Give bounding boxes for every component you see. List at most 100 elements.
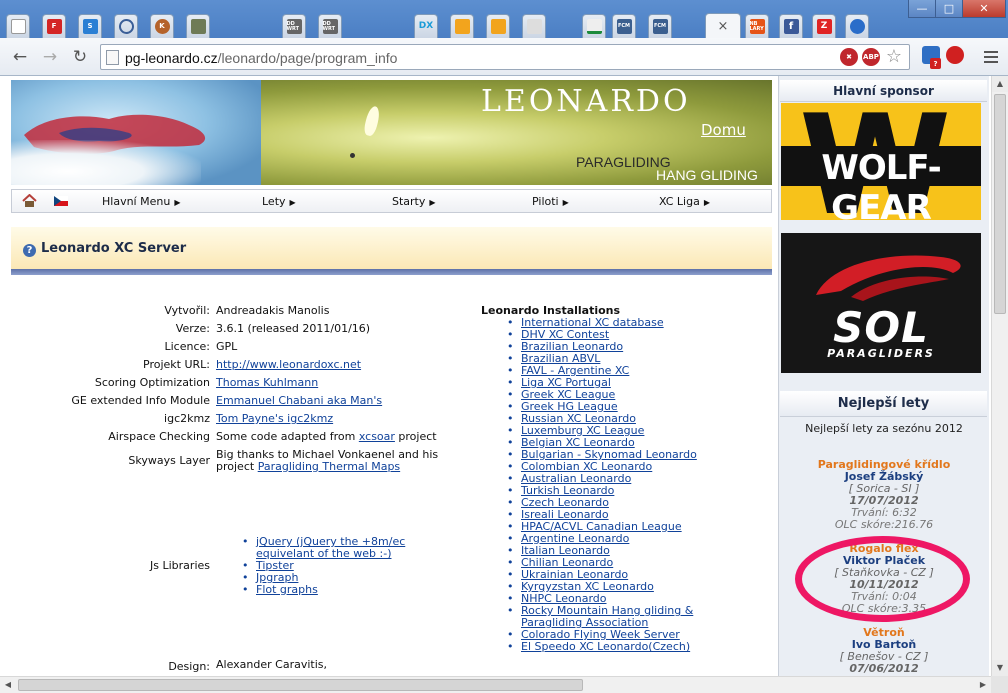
maximize-button[interactable]: □ bbox=[935, 0, 963, 18]
forward-icon[interactable]: → bbox=[40, 47, 60, 67]
tab-14[interactable]: FCM bbox=[612, 14, 636, 38]
fcm-icon: FCM bbox=[616, 19, 632, 34]
main-navigation: Hlavní Menu ▶ Lety ▶ Starty ▶ Piloti ▶ XC Li… bbox=[11, 189, 772, 213]
czech-flag-icon[interactable] bbox=[54, 196, 68, 206]
chart-icon bbox=[586, 19, 602, 34]
url-text: pg-leonardo.cz/leonardo/page/program_inf… bbox=[125, 50, 398, 66]
info-value: Some code adapted from xcsoar project bbox=[216, 430, 437, 443]
igc2kmz-link[interactable]: Tom Payne's igc2kmz bbox=[216, 412, 333, 425]
tab-active[interactable]: × bbox=[705, 13, 741, 38]
adblock-icon[interactable]: ABP bbox=[862, 48, 880, 66]
tab-17[interactable]: f bbox=[779, 14, 803, 38]
scroll-down-icon[interactable]: ▼ bbox=[992, 660, 1008, 676]
list-item[interactable]: Flot graphs bbox=[240, 584, 405, 597]
tab-3[interactable]: S bbox=[78, 14, 102, 38]
arrow-right-icon: ▶ bbox=[562, 198, 569, 207]
glider-icon bbox=[454, 19, 470, 34]
stop-icon[interactable]: ✖ bbox=[840, 48, 858, 66]
tab-5[interactable]: K bbox=[150, 14, 174, 38]
sol-swoosh-icon bbox=[816, 255, 961, 301]
page-icon bbox=[106, 50, 119, 65]
facebook-icon: f bbox=[783, 19, 799, 34]
tab-12[interactable] bbox=[522, 14, 546, 38]
horizontal-scroll-thumb[interactable] bbox=[18, 679, 583, 691]
tab-16[interactable]: NB LARY bbox=[745, 14, 769, 38]
sol-wordmark: SOL bbox=[833, 303, 929, 352]
info-label: Airspace Checking bbox=[108, 430, 210, 443]
page-icon bbox=[526, 19, 542, 34]
menu-icon[interactable] bbox=[984, 51, 998, 66]
section-title: Leonardo XC Server bbox=[41, 241, 187, 256]
tab-6[interactable] bbox=[186, 14, 210, 38]
sol-paragliders-logo[interactable]: SOL PARAGLIDERS bbox=[781, 233, 981, 373]
minimize-button[interactable]: — bbox=[908, 0, 936, 18]
vertical-scrollbar[interactable]: ▲ ▼ bbox=[991, 76, 1008, 676]
best-flight-1: Paraglidingové křídlo Josef Žábský [ Sor… bbox=[781, 459, 987, 531]
tab-15[interactable]: FCM bbox=[648, 14, 672, 38]
tab-7[interactable]: DD WRT bbox=[282, 14, 306, 38]
tab-9[interactable]: DX bbox=[414, 14, 438, 38]
tab-close-icon[interactable]: × bbox=[718, 19, 729, 34]
info-value: GPL bbox=[216, 340, 238, 353]
thermal-maps-link[interactable]: Paragliding Thermal Maps bbox=[258, 460, 400, 473]
project-url-link[interactable]: http://www.leonardoxc.net bbox=[216, 358, 361, 371]
tab-1[interactable] bbox=[6, 14, 30, 38]
best-flight-3: Větroň Ivo Bartoň [ Benešov - CZ ] 07/06… bbox=[781, 627, 987, 675]
house-icon[interactable] bbox=[22, 194, 37, 208]
tab-19[interactable] bbox=[845, 14, 869, 38]
wolf-gear-logo[interactable]: W WOLF-GEAR bbox=[781, 103, 981, 220]
info-label: igc2kmz bbox=[164, 412, 210, 425]
info-label: Verze: bbox=[175, 322, 210, 335]
scroll-left-icon[interactable]: ◀ bbox=[0, 677, 16, 693]
info-value: Andreadakis Manolis bbox=[216, 304, 330, 317]
pilot-icon bbox=[350, 153, 355, 158]
arrow-right-icon: ▶ bbox=[703, 198, 710, 207]
info-icon bbox=[849, 19, 865, 34]
tab-13[interactable] bbox=[582, 14, 606, 38]
nav-item-lety[interactable]: Lety ▶ bbox=[262, 195, 296, 208]
horizontal-scrollbar[interactable]: ◀ ▶ bbox=[0, 676, 991, 693]
scroll-right-icon[interactable]: ▶ bbox=[975, 677, 991, 693]
arrow-right-icon: ▶ bbox=[429, 198, 436, 207]
tab-10[interactable] bbox=[450, 14, 474, 38]
flight-date-link[interactable]: 07/06/2012 bbox=[781, 663, 987, 675]
back-icon[interactable]: ← bbox=[10, 47, 30, 67]
star-icon[interactable]: ☆ bbox=[884, 46, 904, 67]
address-bar[interactable]: pg-leonardo.cz/leonardo/page/program_inf… bbox=[100, 44, 910, 70]
nav-item-piloti[interactable]: Piloti ▶ bbox=[532, 195, 569, 208]
page-icon bbox=[10, 19, 26, 34]
info-label: Licence: bbox=[164, 340, 211, 353]
page-viewport: LEONARDO Domu PARAGLIDING HANG GLIDING H… bbox=[0, 76, 991, 676]
vertical-scroll-thumb[interactable] bbox=[994, 94, 1006, 314]
info-label: Vytvořil: bbox=[164, 304, 210, 317]
scroll-up-icon[interactable]: ▲ bbox=[992, 76, 1008, 92]
best-flights-subtitle: Nejlepší lety za sezónu 2012 bbox=[805, 422, 963, 435]
nav-item-hlavni-menu[interactable]: Hlavní Menu ▶ bbox=[102, 195, 180, 208]
tab-8[interactable]: DD WRT bbox=[318, 14, 342, 38]
home-link[interactable]: Domu bbox=[701, 121, 746, 139]
xcsoar-link[interactable]: xcsoar bbox=[359, 430, 395, 443]
flight-score: OLC skóre:216.76 bbox=[834, 518, 934, 531]
ge-module-link[interactable]: Emmanuel Chabani aka Man's bbox=[216, 394, 382, 407]
reload-icon[interactable]: ↻ bbox=[70, 47, 90, 67]
sponsor-title: Hlavní sponsor bbox=[780, 80, 987, 102]
extension-red-icon[interactable] bbox=[946, 46, 964, 64]
scoring-link[interactable]: Thomas Kuhlmann bbox=[216, 376, 318, 389]
info-label: Js Libraries bbox=[150, 559, 210, 572]
tab-11[interactable] bbox=[486, 14, 510, 38]
glider-icon bbox=[490, 19, 506, 34]
nav-item-xc-liga[interactable]: XC Liga ▶ bbox=[659, 195, 710, 208]
info-value: Alexander Caravitis, bbox=[216, 658, 327, 671]
tab-2[interactable]: F bbox=[42, 14, 66, 38]
tab-4[interactable] bbox=[114, 14, 138, 38]
installation-link[interactable]: El Speedo XC Leonardo(Czech) bbox=[505, 641, 697, 654]
nav-item-starty[interactable]: Starty ▶ bbox=[392, 195, 436, 208]
browser-toolbar: ← → ↻ pg-leonardo.cz/leonardo/page/progr… bbox=[0, 38, 1008, 76]
arrow-right-icon: ▶ bbox=[174, 198, 181, 207]
section-divider bbox=[11, 269, 772, 275]
best-flights-title: Nejlepší lety bbox=[780, 391, 987, 417]
loading-icon bbox=[118, 19, 134, 34]
window-close-button[interactable]: ✕ bbox=[962, 0, 1006, 18]
tab-18[interactable]: Z bbox=[812, 14, 836, 38]
alert-badge-icon: ? bbox=[930, 58, 941, 69]
